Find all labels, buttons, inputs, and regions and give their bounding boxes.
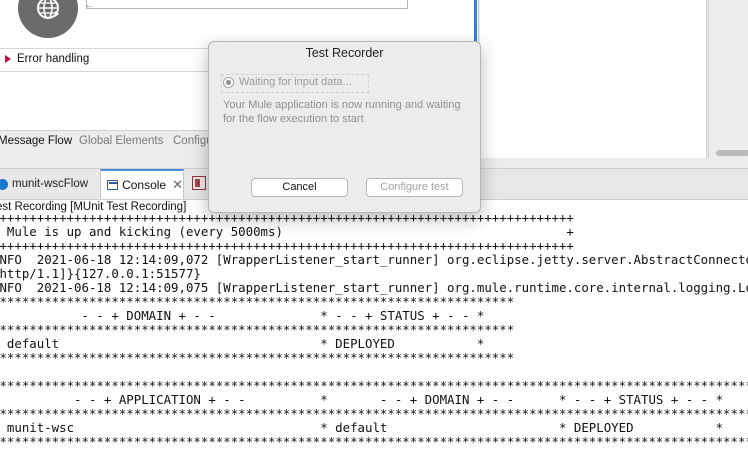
tab-console[interactable]: Console ✕	[100, 169, 184, 199]
tab-munit-wscflow-label: munit-wscFlow	[12, 178, 89, 190]
console-line: ****************************************…	[0, 350, 515, 365]
waiting-label: Waiting for input data...	[239, 76, 352, 88]
tab-global-elements[interactable]: Global Elements	[79, 135, 163, 147]
error-triangle-icon	[5, 55, 11, 63]
error-handling-label: Error handling	[17, 53, 90, 65]
globe-flow-icon[interactable]	[18, 0, 78, 38]
console-line: INFO 2021-06-18 12:14:09,075 [WrapperLis…	[0, 280, 748, 295]
console-output[interactable]: ++++++++++++++++++++++++++++++++++++++++…	[0, 215, 748, 464]
console-line: * - - + APPLICATION + - - * - - + DOMAIN…	[0, 392, 724, 407]
waiting-radio[interactable]	[223, 77, 234, 88]
close-icon[interactable]: ✕	[172, 177, 183, 193]
console-line: + Mule is up and kicking (every 5000ms) …	[0, 224, 574, 239]
console-line: (http/1.1]}{127.0.0.1:51577}	[0, 266, 201, 281]
console-icon	[107, 180, 119, 190]
console-line: * munit-wsc * default * DEPLOYED *	[0, 420, 724, 435]
flow-process-box[interactable]	[86, 0, 408, 9]
console-line: ****************************************…	[0, 378, 748, 393]
munit-flow-icon	[0, 178, 8, 190]
console-line: INFO 2021-06-18 12:14:09,072 [WrapperLis…	[0, 252, 748, 267]
horizontal-scrollbar[interactable]	[716, 150, 748, 156]
console-line: ****************************************…	[0, 406, 748, 421]
dialog-message: Your Mule application is now running and…	[223, 99, 461, 125]
console-title: est Recording [MUnit Test Recording]	[0, 201, 187, 213]
flow-arrow-icon: ←	[84, 0, 95, 11]
tool-icon[interactable]	[192, 176, 206, 190]
console-line: ****************************************…	[0, 294, 515, 309]
console-line: ****************************************…	[0, 322, 515, 337]
right-pane-content	[480, 0, 707, 158]
test-recorder-dialog: Test Recorder Waiting for input data... …	[208, 41, 481, 213]
tab-configuration[interactable]: Configu	[173, 135, 213, 147]
tab-munit-wscflow[interactable]: munit-wscFlow	[0, 173, 88, 195]
tab-console-label: Console	[122, 178, 167, 192]
configure-test-button[interactable]: Configure test	[366, 178, 463, 197]
tab-message-flow[interactable]: Message Flow	[0, 135, 72, 147]
cancel-button[interactable]: Cancel	[251, 178, 348, 197]
right-pane-divider	[708, 0, 709, 158]
dialog-title: Test Recorder	[305, 46, 384, 60]
console-line: * default * DEPLOYED *	[0, 336, 485, 351]
console-line: ****************************************…	[0, 434, 748, 449]
console-line: * - - + DOMAIN + - - * - - + STATUS + - …	[0, 308, 485, 323]
console-line: ++++++++++++++++++++++++++++++++++++++++…	[0, 238, 574, 253]
right-pane	[480, 0, 748, 162]
